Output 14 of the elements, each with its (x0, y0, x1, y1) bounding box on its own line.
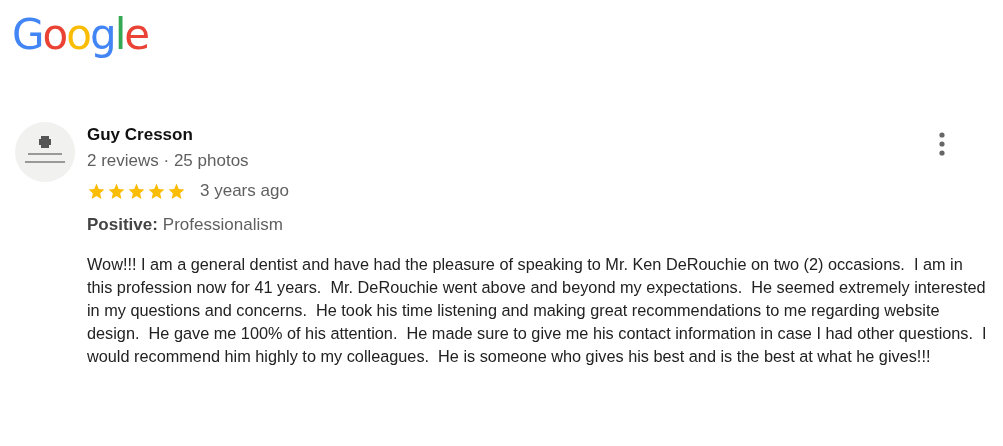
reviewer-name[interactable]: Guy Cresson (87, 125, 249, 145)
star-icon (127, 181, 146, 201)
star-icon (107, 181, 126, 201)
star-icon (147, 181, 166, 201)
star-icon (87, 181, 106, 201)
review-date: 3 years ago (200, 181, 289, 201)
review-text: Wow!!! I am a general dentist and have had the pleasure of speaking to Mr. Ken DeRouchie on two (2) occasions. I am in this profession now for 41 years. Mr. DeRouchie went above and beyond my expectations. He seemed extremely interested in my questions and concerns. He took his time listening and making great recommendations to me regarding website design. He gave me 100% of his attention. He made sure to give me his contact information in case I had other questions. I would recommend him highly to my colleagues. He is someone who gives his best and is the best at what he gives!!! (87, 254, 988, 367)
more-options-icon[interactable] (939, 132, 945, 156)
star-icon (167, 181, 186, 201)
reviewer-stats: 2 reviews · 25 photos (87, 151, 249, 171)
highlight-value: Professionalism (162, 215, 283, 235)
google-logo: Google (12, 14, 149, 61)
highlight-label: Positive: (87, 215, 158, 235)
avatar[interactable] (15, 122, 75, 182)
